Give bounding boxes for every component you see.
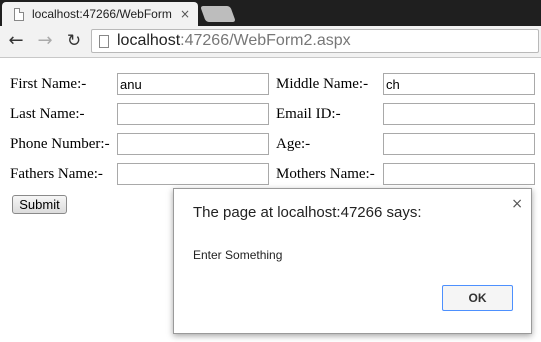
- tab-close-icon[interactable]: ×: [180, 7, 190, 21]
- first-name-input[interactable]: [117, 73, 269, 95]
- last-name-input[interactable]: [117, 103, 269, 125]
- mothers-name-label: Mothers Name:-: [276, 166, 375, 182]
- first-name-label: First Name:-: [10, 76, 87, 92]
- browser-tab[interactable]: localhost:47266/WebForm ×: [2, 2, 198, 26]
- phone-input[interactable]: [117, 133, 269, 155]
- email-label: Email ID:-: [276, 106, 341, 122]
- dialog-title: The page at localhost:47266 says:: [193, 204, 422, 221]
- last-name-label: Last Name:-: [10, 106, 85, 122]
- alert-dialog: The page at localhost:47266 says: × Ente…: [173, 188, 532, 334]
- url-text: localhost:47266/WebForm2.aspx: [117, 32, 351, 50]
- close-icon[interactable]: ×: [511, 196, 523, 212]
- address-bar[interactable]: localhost:47266/WebForm2.aspx: [91, 29, 539, 53]
- url-host: localhost: [117, 32, 181, 49]
- submit-button[interactable]: Submit: [12, 195, 67, 214]
- forward-arrow-icon[interactable]: →: [34, 30, 56, 52]
- url-path: :47266/WebForm2.aspx: [180, 32, 351, 49]
- phone-label: Phone Number:-: [10, 136, 110, 152]
- fathers-name-input[interactable]: [117, 163, 269, 185]
- mothers-name-input[interactable]: [383, 163, 535, 185]
- dialog-message: Enter Something: [193, 248, 283, 262]
- middle-name-input[interactable]: [383, 73, 535, 95]
- ok-button[interactable]: OK: [442, 285, 513, 311]
- page-favicon-icon: [14, 7, 24, 21]
- new-tab-button[interactable]: [200, 6, 236, 22]
- middle-name-label: Middle Name:-: [276, 76, 369, 92]
- page-icon: [99, 34, 109, 48]
- fathers-name-label: Fathers Name:-: [10, 166, 103, 182]
- age-label: Age:-: [276, 136, 311, 152]
- browser-toolbar: ← → ↻ localhost:47266/WebForm2.aspx: [0, 26, 541, 58]
- reload-icon[interactable]: ↻: [63, 30, 85, 52]
- email-input[interactable]: [383, 103, 535, 125]
- age-input[interactable]: [383, 133, 535, 155]
- back-arrow-icon[interactable]: ←: [5, 30, 27, 52]
- tab-title: localhost:47266/WebForm: [32, 7, 172, 21]
- tab-strip: localhost:47266/WebForm ×: [0, 0, 541, 26]
